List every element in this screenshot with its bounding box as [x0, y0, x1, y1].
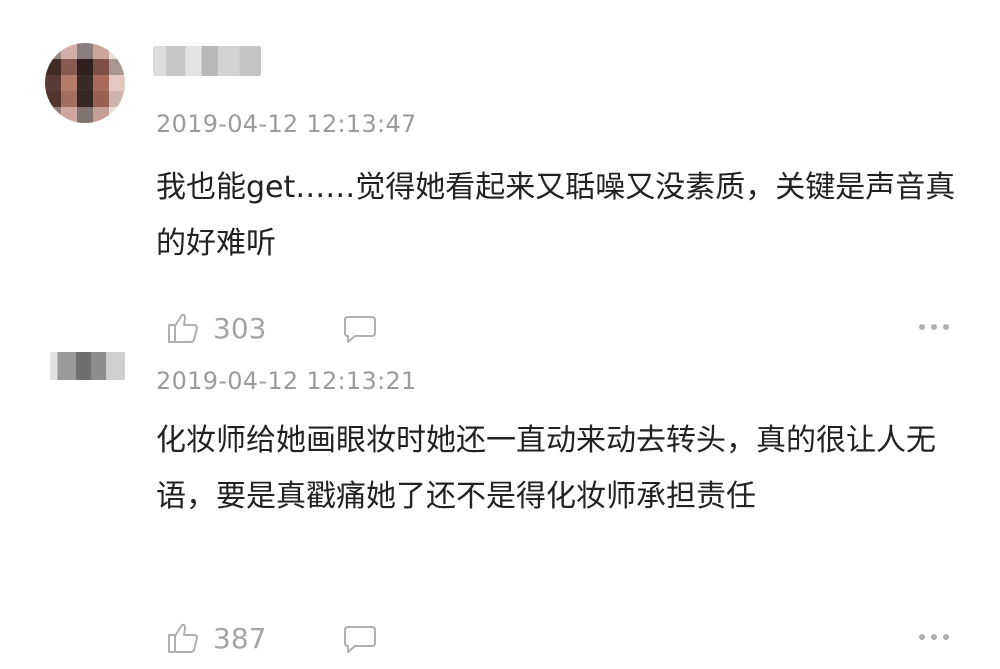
more-dots-icon[interactable] — [917, 322, 951, 332]
comment-bubble-icon[interactable] — [343, 313, 377, 345]
comment-actions: 387 — [0, 620, 1000, 660]
like-count: 387 — [213, 622, 267, 655]
username-blurred[interactable] — [50, 352, 125, 380]
comment-actions: 303 — [0, 310, 1000, 350]
more-dots-icon[interactable] — [917, 632, 951, 642]
avatar[interactable] — [45, 43, 125, 123]
username-blurred[interactable] — [153, 46, 261, 76]
comment-bubble-icon[interactable] — [343, 623, 377, 655]
comment-timestamp: 2019-04-12 12:13:47 — [156, 110, 417, 138]
thumbs-up-icon[interactable] — [165, 310, 201, 346]
comment-timestamp: 2019-04-12 12:13:21 — [156, 367, 417, 395]
like-count: 303 — [213, 312, 267, 345]
thumbs-up-icon[interactable] — [165, 620, 201, 656]
comment-text: 化妆师给她画眼妆时她还一直动来动去转头，真的很让人无语，要是真戳痛她了还不是得化… — [156, 423, 936, 514]
comment-text: 我也能get……觉得她看起来又聒噪又没素质，关键是声音真的好难听 — [156, 170, 956, 261]
